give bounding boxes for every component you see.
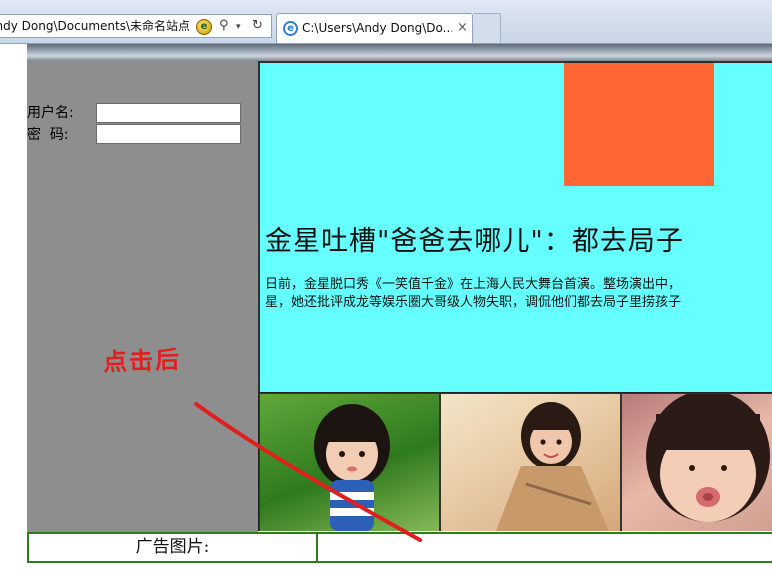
password-input[interactable] bbox=[96, 124, 241, 144]
photo-strip bbox=[258, 392, 772, 531]
username-input[interactable] bbox=[96, 103, 241, 123]
password-label: 密 码: bbox=[27, 127, 69, 143]
browser-tab[interactable]: e C:\Users\Andy Dong\Do... × bbox=[276, 13, 473, 43]
article-line: 星，她还批评成龙等娱乐圈大哥级人物失职，调侃他们都去局子里捞孩子 bbox=[265, 295, 682, 310]
username-label: 用户名: bbox=[27, 105, 74, 121]
main-content-panel: 金星吐槽"爸爸去哪儿"：都去局子 日前，金星脱口秀《一笑值千金》在上海人民大舞台… bbox=[258, 61, 772, 392]
header-banner-image bbox=[27, 44, 772, 61]
ad-row: 广告图片: bbox=[27, 532, 772, 563]
address-bar[interactable]: ndy Dong\Documents\未命名站点 e ⚲ ▾ ↻ bbox=[0, 14, 272, 38]
photo bbox=[441, 394, 620, 531]
orange-block bbox=[564, 63, 714, 186]
girl-photo-2 bbox=[496, 402, 609, 531]
photo bbox=[260, 394, 439, 531]
password-row: 密 码: bbox=[27, 124, 95, 144]
address-text[interactable]: ndy Dong\Documents\未命名站点 bbox=[0, 15, 190, 37]
article-line: 日前，金星脱口秀《一笑值千金》在上海人民大舞台首演。整场演出中， bbox=[265, 277, 682, 292]
username-row: 用户名: bbox=[27, 102, 95, 122]
login-sidebar: 用户名: 密 码: bbox=[27, 61, 258, 535]
browser-chrome: ndy Dong\Documents\未命名站点 e ⚲ ▾ ↻ e C:\Us… bbox=[0, 0, 772, 44]
search-icon[interactable]: ⚲ bbox=[219, 15, 229, 37]
girl-photo-1 bbox=[314, 404, 390, 531]
refresh-icon[interactable]: ↻ bbox=[252, 15, 263, 37]
tab-title[interactable]: C:\Users\Andy Dong\Do... bbox=[302, 14, 452, 42]
article-body: 日前，金星脱口秀《一笑值千金》在上海人民大舞台首演。整场演出中， 星，她还批评成… bbox=[265, 276, 772, 312]
photo bbox=[622, 394, 772, 531]
article-headline: 金星吐槽"爸爸去哪儿"：都去局子 bbox=[265, 226, 684, 257]
new-tab-button[interactable] bbox=[474, 13, 501, 43]
girl-photo-3 bbox=[646, 394, 770, 522]
close-icon[interactable]: × bbox=[457, 14, 468, 42]
annotation-label: 点击后 bbox=[102, 344, 182, 377]
ad-image-slot[interactable] bbox=[320, 534, 772, 561]
compatibility-view-icon[interactable]: e bbox=[196, 19, 212, 35]
chevron-down-icon[interactable]: ▾ bbox=[236, 16, 241, 37]
ie-icon: e bbox=[283, 21, 298, 36]
ad-label: 广告图片: bbox=[29, 534, 318, 561]
page-left-margin bbox=[0, 44, 27, 575]
